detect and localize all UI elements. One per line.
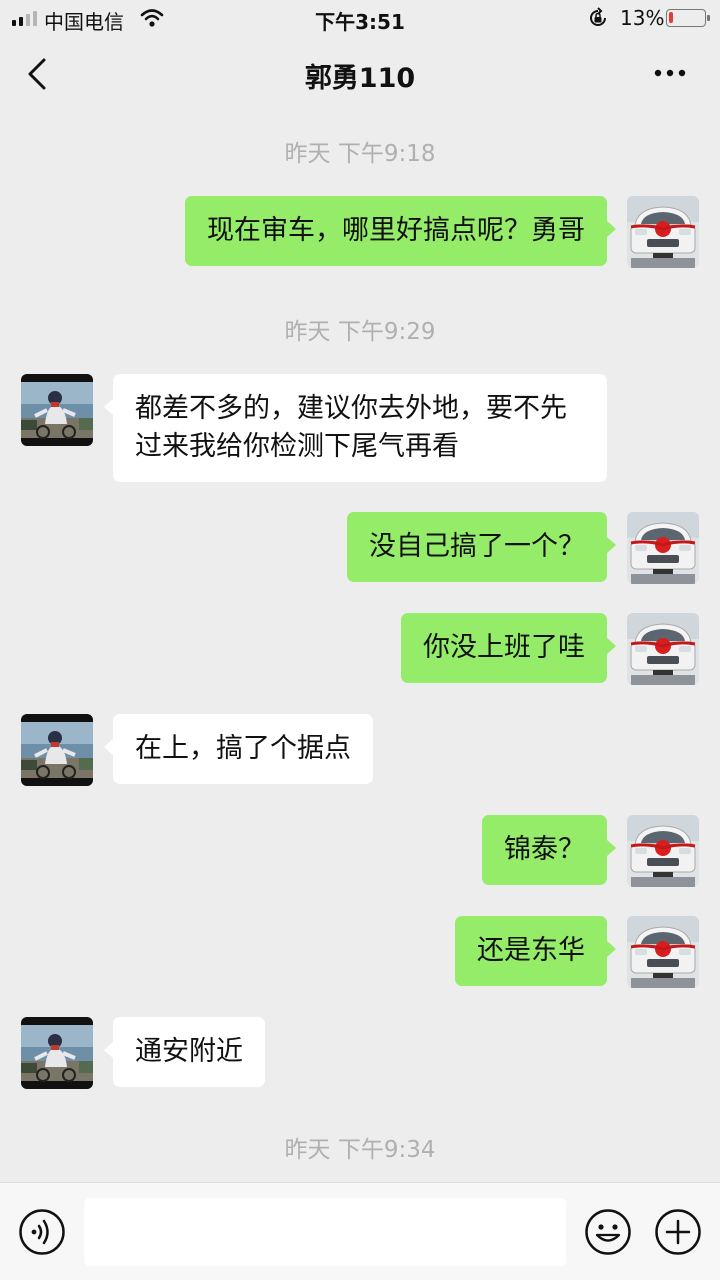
incoming-message-bubble[interactable]: 在上，搞了个据点 [104,714,373,784]
my-avatar[interactable] [627,916,699,988]
my-avatar[interactable] [627,196,699,268]
more-options-icon[interactable] [650,58,690,88]
timestamp: 昨天 下午9:18 [284,141,436,167]
incoming-message-bubble[interactable]: 通安附近 [104,1017,265,1087]
nav-bar: 郭勇110 [0,36,720,110]
outgoing-message-bubble[interactable]: 你没上班了哇 [401,613,616,683]
status-bar: 中国电信 下午3:51 13% [0,0,720,36]
contact-avatar[interactable] [21,714,93,786]
incoming-message-bubble[interactable]: 都差不多的，建议你去外地，要不先过来我给你检测下尾气再看 [104,374,607,482]
outgoing-message-bubble[interactable]: 现在审车，哪里好搞点呢？勇哥 [185,196,616,266]
my-avatar[interactable] [627,613,699,685]
contact-avatar[interactable] [21,374,93,446]
chat-message-list[interactable]: 昨天 下午9:18 现在审车，哪里好搞点呢？勇哥 昨天 下午9:29 都差不多的… [0,110,720,1182]
emoji-icon[interactable] [584,1208,632,1256]
outgoing-message-bubble[interactable]: 没自己搞了一个？ [347,512,616,582]
status-time: 下午3:51 [315,10,405,34]
timestamp: 昨天 下午9:29 [284,319,436,345]
my-avatar[interactable] [627,815,699,887]
voice-icon[interactable] [18,1208,66,1256]
rotation-lock-icon [590,7,606,26]
battery-icon [666,9,710,27]
my-avatar[interactable] [627,512,699,584]
battery-percent: 13% [620,6,665,30]
plus-icon[interactable] [654,1208,702,1256]
input-bar [0,1182,720,1280]
message-input[interactable] [84,1198,566,1266]
contact-avatar[interactable] [21,1017,93,1089]
battery-level-fill [669,12,673,23]
outgoing-message-bubble[interactable]: 锦泰？ [482,815,616,885]
chat-title: 郭勇110 [304,63,416,94]
timestamp: 昨天 下午9:34 [284,1137,436,1163]
outgoing-message-bubble[interactable]: 还是东华 [455,916,616,986]
